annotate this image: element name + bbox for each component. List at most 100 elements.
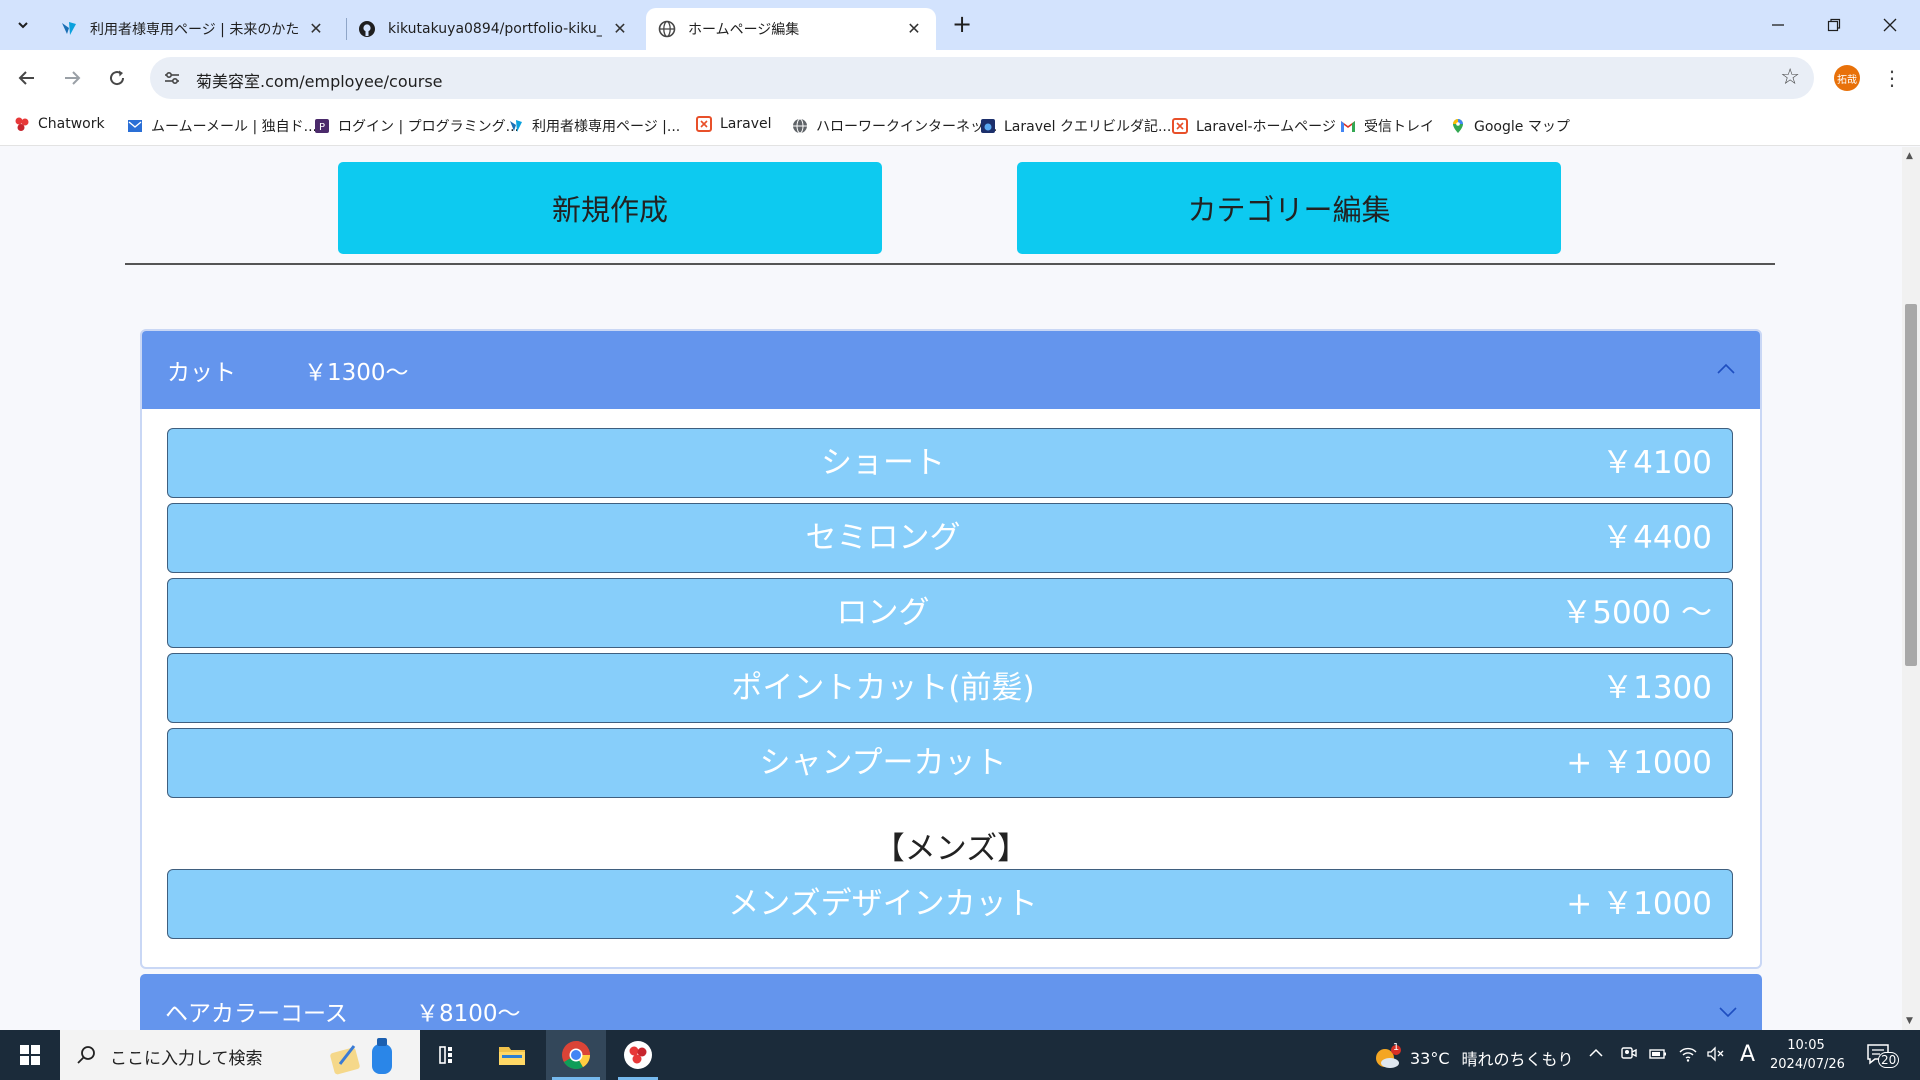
notification-count: 20: [1878, 1052, 1900, 1068]
chrome-taskbar-button[interactable]: [546, 1030, 606, 1080]
minimize-icon: [1772, 24, 1784, 26]
bookmark-gmail[interactable]: 受信トレイ: [1340, 116, 1434, 136]
clock-time: 10:05: [1787, 1038, 1825, 1053]
close-icon[interactable]: ✕: [904, 19, 924, 39]
bookmark-label: ムームーメール | 独自ド...: [151, 119, 317, 135]
course-item-shampoo-cut[interactable]: シャンプーカット + ￥1000: [167, 728, 1733, 798]
scroll-down-arrow-icon[interactable]: ▼: [1906, 1016, 1913, 1026]
tab-homepage-edit[interactable]: ホームページ編集 ✕: [646, 8, 936, 50]
programming-icon: P: [314, 118, 330, 134]
forward-button[interactable]: [56, 62, 88, 94]
bookmark-label: Google マップ: [1474, 119, 1570, 135]
accordion-header-hair-color[interactable]: ヘアカラーコース ￥8100〜: [140, 974, 1762, 1030]
ime-indicator[interactable]: A: [1740, 1042, 1755, 1067]
divider: [125, 263, 1775, 265]
app-favicon-icon: [60, 20, 78, 38]
reload-button[interactable]: [101, 62, 133, 94]
course-price: ￥5000 〜: [1561, 595, 1712, 631]
close-window-button[interactable]: [1862, 0, 1918, 50]
course-item-point-cut[interactable]: ポイントカット(前髪) ￥1300: [167, 653, 1733, 723]
chevron-down-icon[interactable]: [1716, 1000, 1740, 1024]
taskbar: ここに入力して検索 1 33°C 晴れのちくもり A 10:05 2024/07…: [0, 1030, 1920, 1080]
create-new-button[interactable]: 新規作成: [338, 162, 882, 254]
taskbar-search[interactable]: ここに入力して検索: [60, 1030, 420, 1080]
category-price: ￥8100〜: [416, 1001, 521, 1027]
url-text[interactable]: 菊美容室.com/employee/course: [196, 68, 443, 92]
wifi-icon[interactable]: [1678, 1045, 1698, 1067]
weather-temp: 33°C: [1410, 1048, 1450, 1068]
bookmark-user-page[interactable]: 利用者様専用ページ |...: [508, 116, 680, 136]
course-item-long[interactable]: ロング ￥5000 〜: [167, 578, 1733, 648]
weather-badge: 1: [1392, 1042, 1400, 1053]
minimize-button[interactable]: [1750, 0, 1806, 50]
close-icon[interactable]: ✕: [610, 19, 630, 39]
bookmark-star-icon[interactable]: ☆: [1780, 65, 1800, 91]
bookmark-muumuu-mail[interactable]: ムームーメール | 独自ド...: [127, 116, 317, 136]
globe-icon: [658, 20, 676, 38]
course-price: ￥4100: [1602, 445, 1712, 481]
bookmark-label: ログイン | プログラミング...: [338, 119, 519, 135]
course-name: ショート: [821, 445, 945, 481]
bookmark-laravel-query[interactable]: Laravel クエリビルダ記...: [980, 116, 1171, 136]
windows-logo-icon: [20, 1045, 40, 1065]
site-info-icon[interactable]: [162, 68, 182, 88]
course-item-short[interactable]: ショート ￥4100: [167, 428, 1733, 498]
tab-search-button[interactable]: [9, 11, 37, 39]
category-edit-button[interactable]: カテゴリー編集: [1017, 162, 1561, 254]
chrome-icon: [562, 1041, 590, 1069]
meet-now-icon[interactable]: [1620, 1045, 1638, 1067]
bookmark-chatwork[interactable]: Chatwork: [14, 116, 105, 132]
tab-title: 利用者様専用ページ | 未来のかた: [90, 22, 298, 38]
notification-center-button[interactable]: 20: [1866, 1042, 1900, 1070]
chatwork-taskbar-button[interactable]: [608, 1030, 668, 1080]
scrollbar-thumb[interactable]: [1905, 304, 1917, 666]
course-item-semilong[interactable]: セミロング ￥4400: [167, 503, 1733, 573]
menu-kebab-icon[interactable]: ⋮: [1882, 64, 1902, 92]
bookmark-laravel-home[interactable]: Laravel-ホームページ: [1172, 116, 1336, 136]
bookmark-label: 利用者様専用ページ |...: [532, 119, 681, 135]
profile-avatar[interactable]: 拓哉: [1834, 65, 1860, 91]
page-scrollbar[interactable]: ▲ ▼: [1902, 147, 1920, 1030]
restore-icon: [1827, 18, 1841, 32]
file-explorer-button[interactable]: [482, 1030, 542, 1080]
course-name: セミロング: [805, 520, 961, 556]
restore-button[interactable]: [1806, 0, 1862, 50]
accordion-header-cut[interactable]: カット ￥1300〜: [142, 331, 1760, 409]
reload-icon: [110, 70, 125, 86]
search-icon: [77, 1046, 95, 1064]
address-bar[interactable]: 菊美容室.com/employee/course ☆: [150, 57, 1814, 99]
task-view-button[interactable]: [420, 1030, 480, 1080]
tab-github[interactable]: kikutakuya0894/portfolio-kiku_ ✕: [346, 8, 642, 50]
chatwork-icon: [14, 116, 30, 132]
github-icon: [358, 20, 376, 38]
course-item-mens-design-cut[interactable]: メンズデザインカット + ￥1000: [167, 869, 1733, 939]
bookmark-laravel[interactable]: Laravel: [696, 116, 772, 132]
arrow-right-icon: [65, 71, 81, 85]
volume-muted-icon[interactable]: [1706, 1045, 1726, 1067]
chevron-up-icon[interactable]: [1714, 357, 1738, 381]
chatwork-icon: [624, 1041, 652, 1069]
tab-title: ホームページ編集: [688, 22, 800, 38]
course-price: + ￥1000: [1566, 886, 1712, 922]
search-highlight-illustration: [330, 1038, 392, 1075]
chevron-up-icon[interactable]: [1588, 1045, 1604, 1065]
tab-strip: 利用者様専用ページ | 未来のかた ✕ kikutakuya0894/portf…: [0, 0, 1920, 50]
globe-icon: [792, 118, 808, 134]
back-button[interactable]: [11, 62, 43, 94]
maps-icon: [1450, 118, 1466, 134]
course-price: ￥1300: [1602, 670, 1712, 706]
bookmark-programming-login[interactable]: P ログイン | プログラミング...: [314, 116, 519, 136]
weather-widget[interactable]: 1 33°C 晴れのちくもり: [1372, 1042, 1574, 1073]
new-tab-button[interactable]: +: [948, 11, 976, 39]
scroll-up-arrow-icon[interactable]: ▲: [1906, 151, 1913, 161]
bookmark-google-maps[interactable]: Google マップ: [1450, 116, 1570, 136]
tab-user-page[interactable]: 利用者様専用ページ | 未来のかた ✕: [48, 8, 338, 50]
clock-date: 2024/07/26: [1770, 1057, 1845, 1072]
clock[interactable]: 10:05 2024/07/26: [1770, 1036, 1845, 1074]
battery-icon[interactable]: [1648, 1045, 1668, 1067]
bookmark-hellowork[interactable]: ハローワークインターネッ...: [792, 116, 997, 136]
page-viewport: 新規作成 カテゴリー編集 カット ￥1300〜 ショート ￥4100 セミロング…: [0, 147, 1902, 1030]
start-button[interactable]: [0, 1030, 60, 1080]
bookmark-label: Laravel-ホームページ: [1196, 119, 1336, 135]
close-icon[interactable]: ✕: [306, 19, 326, 39]
